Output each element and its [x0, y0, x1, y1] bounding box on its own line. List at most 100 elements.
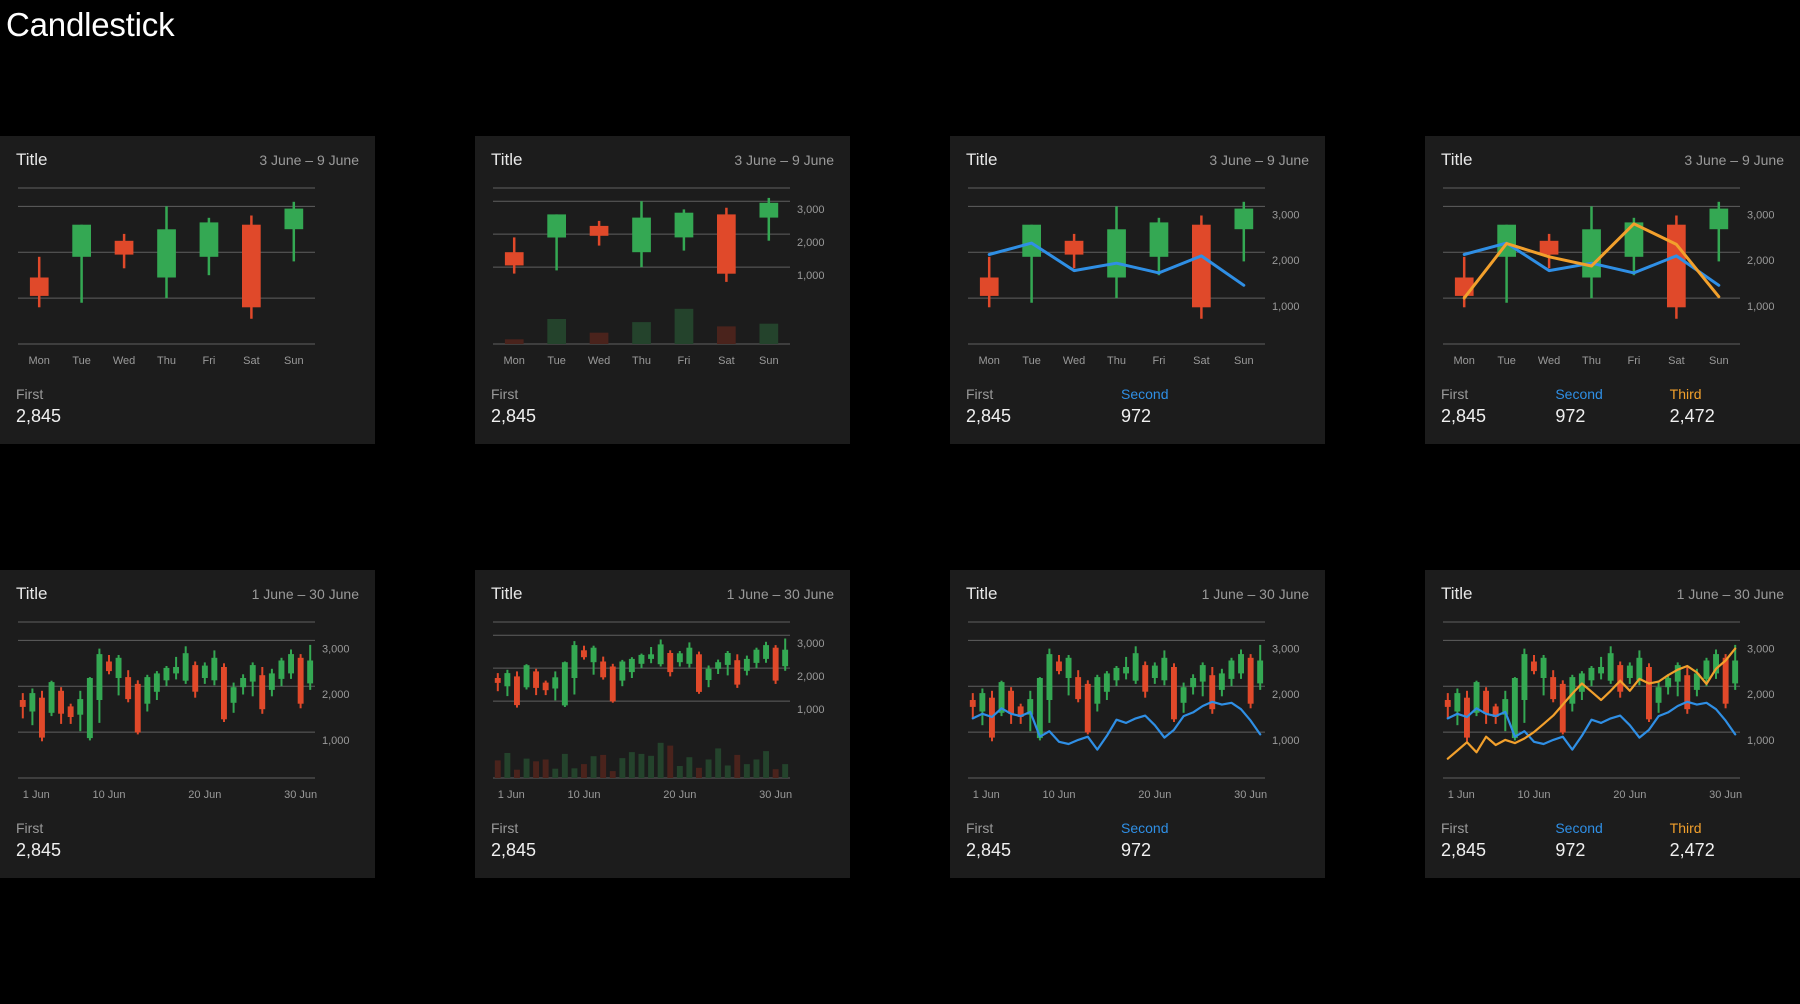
candlestick-plot: 1,000 2,000 3,000 1 Jun 10 Jun 20 Jun 30 Jun [18, 621, 350, 801]
chart-card-week-volume[interactable]: Title 3 June – 9 June 1,000 2,000 3,000 Mon… [475, 136, 850, 444]
card-title: Title [1441, 150, 1473, 169]
card-date-range: 1 June – 30 June [726, 586, 834, 602]
svg-text:Sat: Sat [718, 355, 735, 367]
page-title: Candlestick [6, 6, 175, 43]
legend-value: 2,845 [966, 840, 1012, 860]
legend-item: Second 972 [1121, 818, 1276, 862]
legend-item: First 2,845 [491, 818, 646, 862]
legend-item: First 2,845 [16, 818, 171, 862]
svg-text:Sun: Sun [759, 355, 779, 367]
card-date-range: 3 June – 9 June [1209, 152, 1309, 168]
legend-item: Second 972 [1555, 818, 1669, 862]
svg-text:Wed: Wed [1063, 355, 1085, 367]
legend-label: Second [1555, 820, 1603, 836]
plot-area[interactable]: 1,000 2,000 3,000 1 Jun 10 Jun 20 Jun 30 Jun [16, 614, 359, 804]
legend-label: First [491, 820, 519, 836]
svg-text:3,000: 3,000 [1272, 209, 1300, 221]
card-title: Title [491, 584, 523, 603]
legend-value: 2,472 [1669, 406, 1715, 426]
legend-value: 2,845 [1441, 840, 1487, 860]
legend-item: Second 972 [1555, 384, 1669, 428]
svg-text:10 Jun: 10 Jun [1517, 789, 1550, 801]
plot-area[interactable]: 1,000 2,000 3,000 1 Jun 10 Jun 20 Jun 30 Jun [1441, 614, 1784, 804]
svg-text:1 Jun: 1 Jun [23, 789, 50, 801]
svg-text:Tue: Tue [1022, 355, 1041, 367]
legend-label: Second [1121, 820, 1169, 836]
svg-text:20 Jun: 20 Jun [1138, 789, 1171, 801]
plot-area[interactable]: Mon Tue Wed Thu Fri Sat Sun [16, 180, 359, 370]
svg-text:Sat: Sat [1668, 355, 1685, 367]
svg-text:30 Jun: 30 Jun [759, 789, 792, 801]
candlestick-plot: 1,000 2,000 3,000 Mon Tue Wed Thu Fri Sat Sun [493, 187, 825, 367]
svg-text:Tue: Tue [547, 355, 566, 367]
svg-text:2,000: 2,000 [1747, 255, 1775, 267]
legend-value: 972 [1121, 406, 1152, 426]
chart-card-month-volume[interactable]: Title 1 June – 30 June 1,000 2,000 3,000 1 … [475, 570, 850, 878]
chart-card-month-basic[interactable]: Title 1 June – 30 June 1,000 2,000 3,000 1 … [0, 570, 375, 878]
legend-item: First 2,845 [16, 384, 171, 428]
legend-label: First [491, 386, 519, 402]
legend-item: Third 2,472 [1670, 818, 1784, 862]
svg-text:30 Jun: 30 Jun [284, 789, 317, 801]
svg-text:Sat: Sat [1193, 355, 1210, 367]
candlestick-plot: 1,000 2,000 3,000 1 Jun 10 Jun 20 Jun 30 Jun [968, 621, 1300, 801]
legend-value: 972 [1555, 840, 1586, 860]
svg-text:3,000: 3,000 [1747, 209, 1775, 221]
legend-item: First 2,845 [491, 384, 646, 428]
card-header: Title 1 June – 30 June [491, 584, 834, 604]
legend-label: Third [1669, 820, 1702, 836]
svg-text:20 Jun: 20 Jun [188, 789, 221, 801]
svg-text:20 Jun: 20 Jun [1613, 789, 1646, 801]
card-title: Title [16, 584, 48, 603]
svg-text:Tue: Tue [72, 355, 91, 367]
svg-text:Thu: Thu [1582, 355, 1601, 367]
card-title: Title [966, 584, 998, 603]
svg-text:1,000: 1,000 [1272, 301, 1300, 313]
chart-card-week-two-lines[interactable]: Title 3 June – 9 June 1,000 2,000 3,000 Mon… [1425, 136, 1800, 444]
svg-text:10 Jun: 10 Jun [567, 789, 600, 801]
svg-text:10 Jun: 10 Jun [1042, 789, 1075, 801]
card-header: Title 3 June – 9 June [491, 150, 834, 170]
svg-text:3,000: 3,000 [1747, 643, 1775, 655]
candlestick-plot: 1,000 2,000 3,000 Mon Tue Wed Thu Fri Sat Sun [1443, 187, 1775, 367]
chart-card-week-basic[interactable]: Title 3 June – 9 June Mon Tue Wed Thu Fri Sat… [0, 136, 375, 444]
plot-area[interactable]: 1,000 2,000 3,000 1 Jun 10 Jun 20 Jun 30 Jun [491, 614, 834, 804]
svg-text:Thu: Thu [632, 355, 651, 367]
svg-text:3,000: 3,000 [797, 638, 825, 650]
card-footer-legend: First 2,845 Second 972 [966, 384, 1309, 428]
plot-area[interactable]: 1,000 2,000 3,000 Mon Tue Wed Thu Fri Sat Sun [491, 180, 834, 370]
chart-card-week-one-line[interactable]: Title 3 June – 9 June 1,000 2,000 3,000 Mon… [950, 136, 1325, 444]
svg-text:1 Jun: 1 Jun [973, 789, 1000, 801]
card-date-range: 1 June – 30 June [1676, 586, 1784, 602]
card-title: Title [16, 150, 48, 169]
card-footer-legend: First 2,845 Second 972 Third 2,472 [1441, 818, 1784, 862]
svg-text:3,000: 3,000 [1272, 643, 1300, 655]
card-header: Title 1 June – 30 June [966, 584, 1309, 604]
svg-text:1,000: 1,000 [797, 704, 825, 716]
chart-card-month-one-line[interactable]: Title 1 June – 30 June 1,000 2,000 3,000 1 … [950, 570, 1325, 878]
svg-text:10 Jun: 10 Jun [92, 789, 125, 801]
plot-area[interactable]: 1,000 2,000 3,000 Mon Tue Wed Thu Fri Sat Sun [1441, 180, 1784, 370]
card-footer-legend: First 2,845 [16, 384, 359, 428]
legend-label: First [16, 820, 44, 836]
legend-item: Second 972 [1121, 384, 1276, 428]
legend-item: First 2,845 [1441, 818, 1555, 862]
card-header: Title 1 June – 30 June [1441, 584, 1784, 604]
svg-text:Wed: Wed [113, 355, 135, 367]
legend-label: First [966, 820, 994, 836]
svg-text:Sun: Sun [1709, 355, 1729, 367]
plot-area[interactable]: 1,000 2,000 3,000 1 Jun 10 Jun 20 Jun 30 Jun [966, 614, 1309, 804]
chart-card-month-two-lines[interactable]: Title 1 June – 30 June 1,000 2,000 3,000 1 … [1425, 570, 1800, 878]
svg-text:2,000: 2,000 [1747, 689, 1775, 701]
legend-label: Second [1121, 386, 1169, 402]
candlestick-plot: 1,000 2,000 3,000 Mon Tue Wed Thu Fri Sat Sun [968, 187, 1300, 367]
legend-value: 972 [1121, 840, 1152, 860]
plot-area[interactable]: 1,000 2,000 3,000 Mon Tue Wed Thu Fri Sat Sun [966, 180, 1309, 370]
legend-item: First 2,845 [966, 818, 1121, 862]
candlestick-plot: Mon Tue Wed Thu Fri Sat Sun [18, 187, 315, 367]
svg-text:30 Jun: 30 Jun [1709, 789, 1742, 801]
svg-text:Mon: Mon [503, 355, 524, 367]
card-header: Title 3 June – 9 June [16, 150, 359, 170]
svg-text:Tue: Tue [1497, 355, 1516, 367]
card-date-range: 1 June – 30 June [1201, 586, 1309, 602]
